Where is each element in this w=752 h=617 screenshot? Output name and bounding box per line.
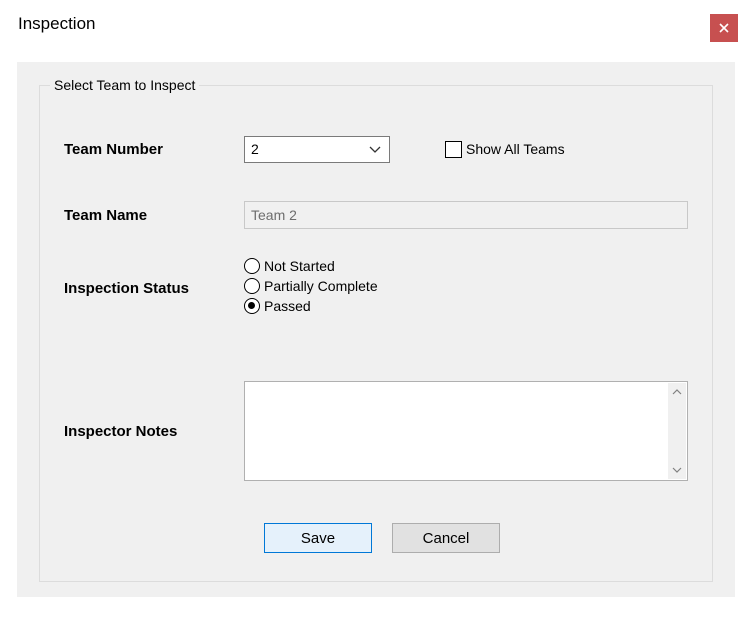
- inspection-window: Inspection Select Team to Inspect Team N…: [0, 0, 752, 617]
- status-radio-not-started[interactable]: Not Started: [244, 258, 378, 274]
- team-name-value: Team 2: [251, 207, 297, 223]
- status-radio-partially[interactable]: Partially Complete: [244, 278, 378, 294]
- radio-icon: [244, 298, 260, 314]
- scroll-up-icon[interactable]: [668, 383, 686, 401]
- radio-icon: [244, 258, 260, 274]
- cancel-button-label: Cancel: [423, 530, 470, 547]
- row-inspection-status: Inspection Status Not Started Partially …: [64, 258, 688, 314]
- inspector-notes-label: Inspector Notes: [64, 423, 244, 440]
- inspector-notes-textarea[interactable]: [244, 381, 688, 481]
- status-radio-passed[interactable]: Passed: [244, 298, 378, 314]
- row-team-name: Team Name Team 2: [64, 201, 688, 229]
- row-inspector-notes: Inspector Notes: [64, 381, 688, 481]
- close-button[interactable]: [710, 14, 738, 42]
- show-all-teams-checkbox[interactable]: Show All Teams: [445, 141, 565, 158]
- inspection-status-label: Inspection Status: [64, 258, 244, 297]
- status-option-label: Not Started: [264, 258, 335, 274]
- chevron-down-icon: [369, 141, 381, 157]
- save-button[interactable]: Save: [264, 523, 372, 553]
- status-radio-group: Not Started Partially Complete Passed: [244, 258, 378, 314]
- row-buttons: Save Cancel: [64, 523, 688, 553]
- status-option-label: Passed: [264, 298, 311, 314]
- checkbox-box-icon: [445, 141, 462, 158]
- status-option-label: Partially Complete: [264, 278, 378, 294]
- team-number-dropdown[interactable]: 2: [244, 136, 390, 163]
- cancel-button[interactable]: Cancel: [392, 523, 500, 553]
- title-bar: Inspection: [0, 0, 752, 48]
- select-team-group: Select Team to Inspect Team Number 2 Sho…: [39, 77, 713, 582]
- team-name-label: Team Name: [64, 207, 244, 224]
- save-button-label: Save: [301, 530, 335, 547]
- scrollbar[interactable]: [668, 383, 686, 479]
- show-all-teams-label: Show All Teams: [466, 141, 565, 157]
- close-icon: [719, 23, 729, 33]
- window-title: Inspection: [18, 14, 96, 34]
- scroll-down-icon[interactable]: [668, 461, 686, 479]
- group-legend: Select Team to Inspect: [50, 77, 199, 93]
- team-number-value: 2: [251, 141, 259, 157]
- radio-icon: [244, 278, 260, 294]
- team-name-field: Team 2: [244, 201, 688, 229]
- content-area: Select Team to Inspect Team Number 2 Sho…: [17, 62, 735, 597]
- team-number-label: Team Number: [64, 141, 244, 158]
- row-team-number: Team Number 2 Show All Teams: [64, 135, 688, 163]
